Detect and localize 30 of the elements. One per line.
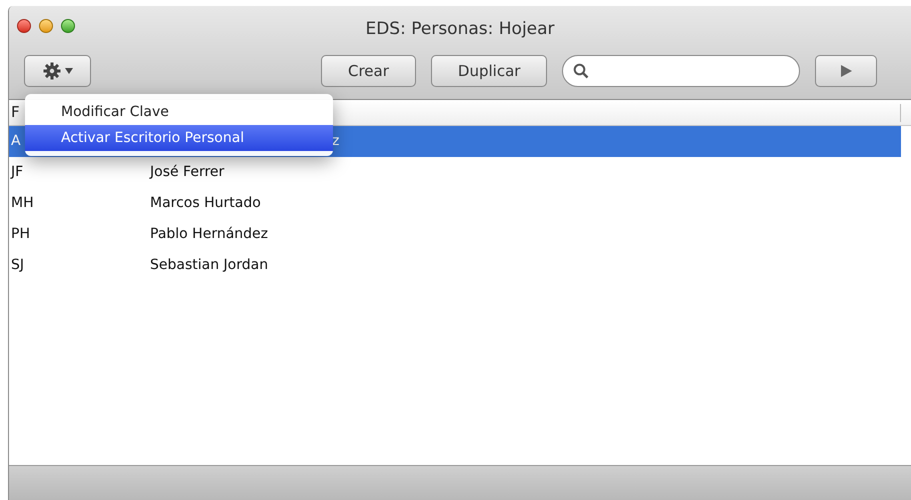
close-icon[interactable] — [17, 19, 31, 33]
menu-item[interactable]: Modificar Clave — [25, 99, 333, 125]
play-icon — [840, 65, 852, 77]
name-cell-text: Pablo Hernández — [150, 225, 268, 244]
initials-cell-text: A — [11, 132, 21, 151]
search-icon — [573, 63, 590, 79]
search-field[interactable] — [562, 55, 800, 87]
table-row[interactable]: MH Marcos Hurtado — [9, 188, 911, 219]
forward-button[interactable] — [815, 55, 878, 87]
table-row[interactable]: SJ Sebastian Jordan — [9, 250, 911, 281]
name-cell-text: z — [332, 132, 340, 151]
toolbar-button[interactable]: Crear — [321, 55, 416, 87]
initials-cell-text: MH — [11, 194, 34, 213]
toolbar-button[interactable]: Duplicar — [430, 55, 548, 87]
table-row[interactable]: PH Pablo Hernández — [9, 219, 911, 250]
name-cell-text: Marcos Hurtado — [150, 194, 261, 213]
initials-cell-text: SJ — [11, 256, 24, 275]
initials-cell-text: PH — [11, 225, 30, 244]
window-title: EDS: Personas: Hojear — [365, 18, 555, 41]
minimize-icon[interactable] — [39, 19, 53, 33]
menu-item[interactable]: Activar Escritorio Personal — [25, 125, 333, 151]
gear-icon — [42, 62, 60, 80]
caret-icon — [64, 68, 72, 74]
action-menu-button[interactable] — [24, 55, 91, 87]
name-cell-text: José Ferrer — [150, 163, 224, 182]
zoom-icon[interactable] — [61, 19, 75, 33]
initials-cell-text: JF — [11, 163, 24, 182]
name-cell-text: Sebastian Jordan — [150, 256, 268, 275]
table-row[interactable]: JF José Ferrer — [9, 157, 911, 188]
column-header[interactable]: F — [9, 101, 20, 124]
